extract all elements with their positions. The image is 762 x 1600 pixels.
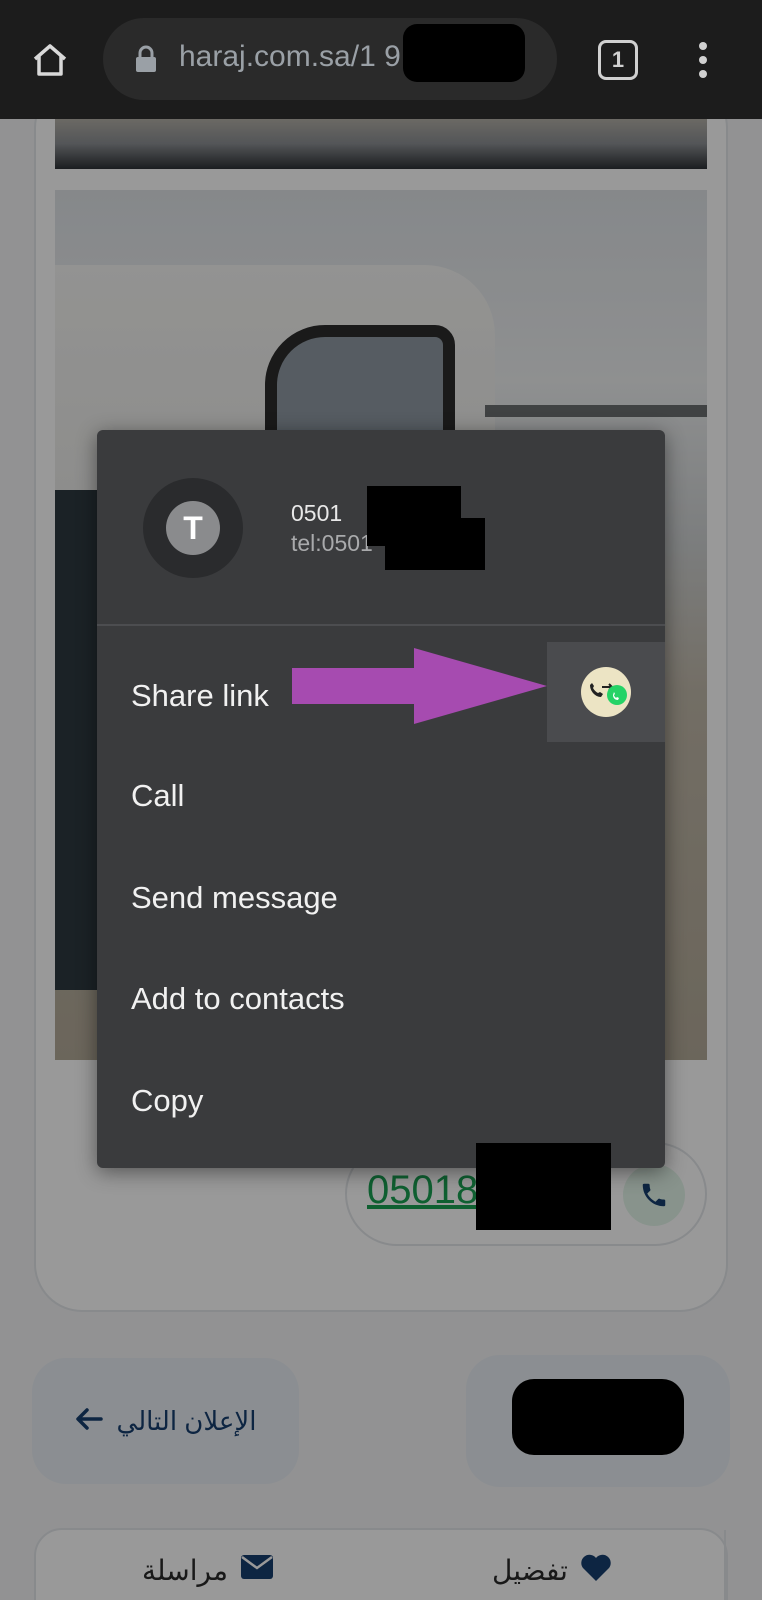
lock-icon — [133, 44, 159, 74]
address-bar[interactable]: haraj.com.sa/1 9! — [103, 18, 557, 100]
whatsapp-icon — [581, 667, 631, 717]
browser-toolbar: haraj.com.sa/1 9! 1 — [0, 0, 762, 119]
contact-avatar: T — [143, 478, 243, 578]
menu-item-add-to-contacts[interactable]: Add to contacts — [131, 981, 345, 1017]
contact-number: 0501 — [291, 500, 343, 526]
overflow-menu-icon[interactable] — [688, 36, 718, 84]
url-text: haraj.com.sa/1 9! — [179, 40, 410, 73]
tab-switcher-button[interactable]: 1 — [598, 40, 638, 80]
menu-item-copy[interactable]: Copy — [131, 1083, 203, 1119]
menu-item-call[interactable]: Call — [131, 778, 184, 814]
redaction-box — [403, 24, 525, 82]
annotation-arrow — [292, 648, 547, 724]
whatsapp-share-button[interactable] — [547, 642, 665, 742]
link-context-menu: T 0501 tel:0501 Share link Call Send mes… — [97, 430, 665, 1168]
contact-uri: tel:0501 — [291, 530, 373, 556]
avatar-letter: T — [166, 501, 220, 555]
home-icon[interactable] — [28, 38, 72, 82]
menu-item-send-message[interactable]: Send message — [131, 880, 338, 916]
redaction-box — [385, 518, 485, 570]
redaction-box — [476, 1143, 611, 1230]
menu-item-share-link[interactable]: Share link — [131, 678, 269, 714]
contact-header: T 0501 tel:0501 — [97, 430, 665, 626]
